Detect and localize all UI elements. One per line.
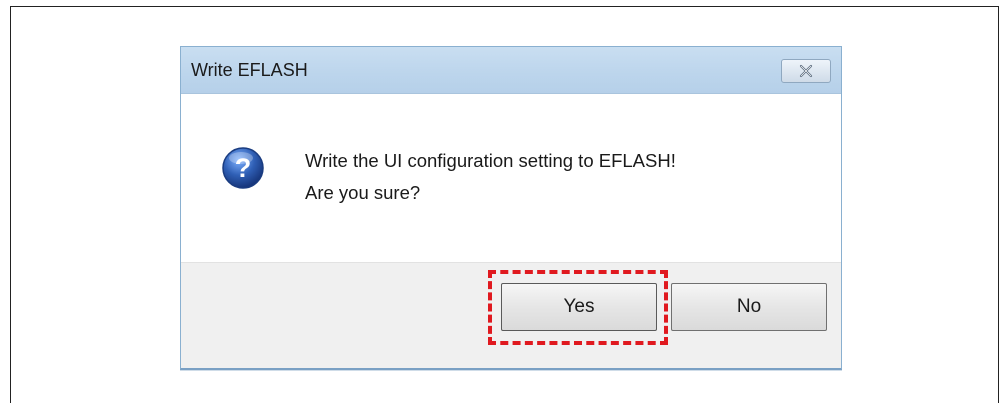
confirm-dialog: Write EFLASH ? Write the UI configuratio… [180, 46, 842, 370]
svg-text:?: ? [235, 153, 252, 183]
dialog-title: Write EFLASH [191, 60, 308, 80]
yes-button[interactable]: Yes [501, 283, 657, 331]
no-button[interactable]: No [671, 283, 827, 331]
dialog-message-line1: Write the UI configuration setting to EF… [305, 150, 676, 171]
question-icon: ? [222, 147, 264, 189]
dialog-body: ? Write the UI configuration setting to … [181, 94, 841, 262]
close-button[interactable] [781, 59, 831, 83]
dialog-button-bar: Yes No [181, 262, 841, 368]
dialog-titlebar: Write EFLASH [181, 47, 841, 94]
close-icon [799, 64, 813, 78]
dialog-message-line2: Are you sure? [305, 182, 421, 203]
